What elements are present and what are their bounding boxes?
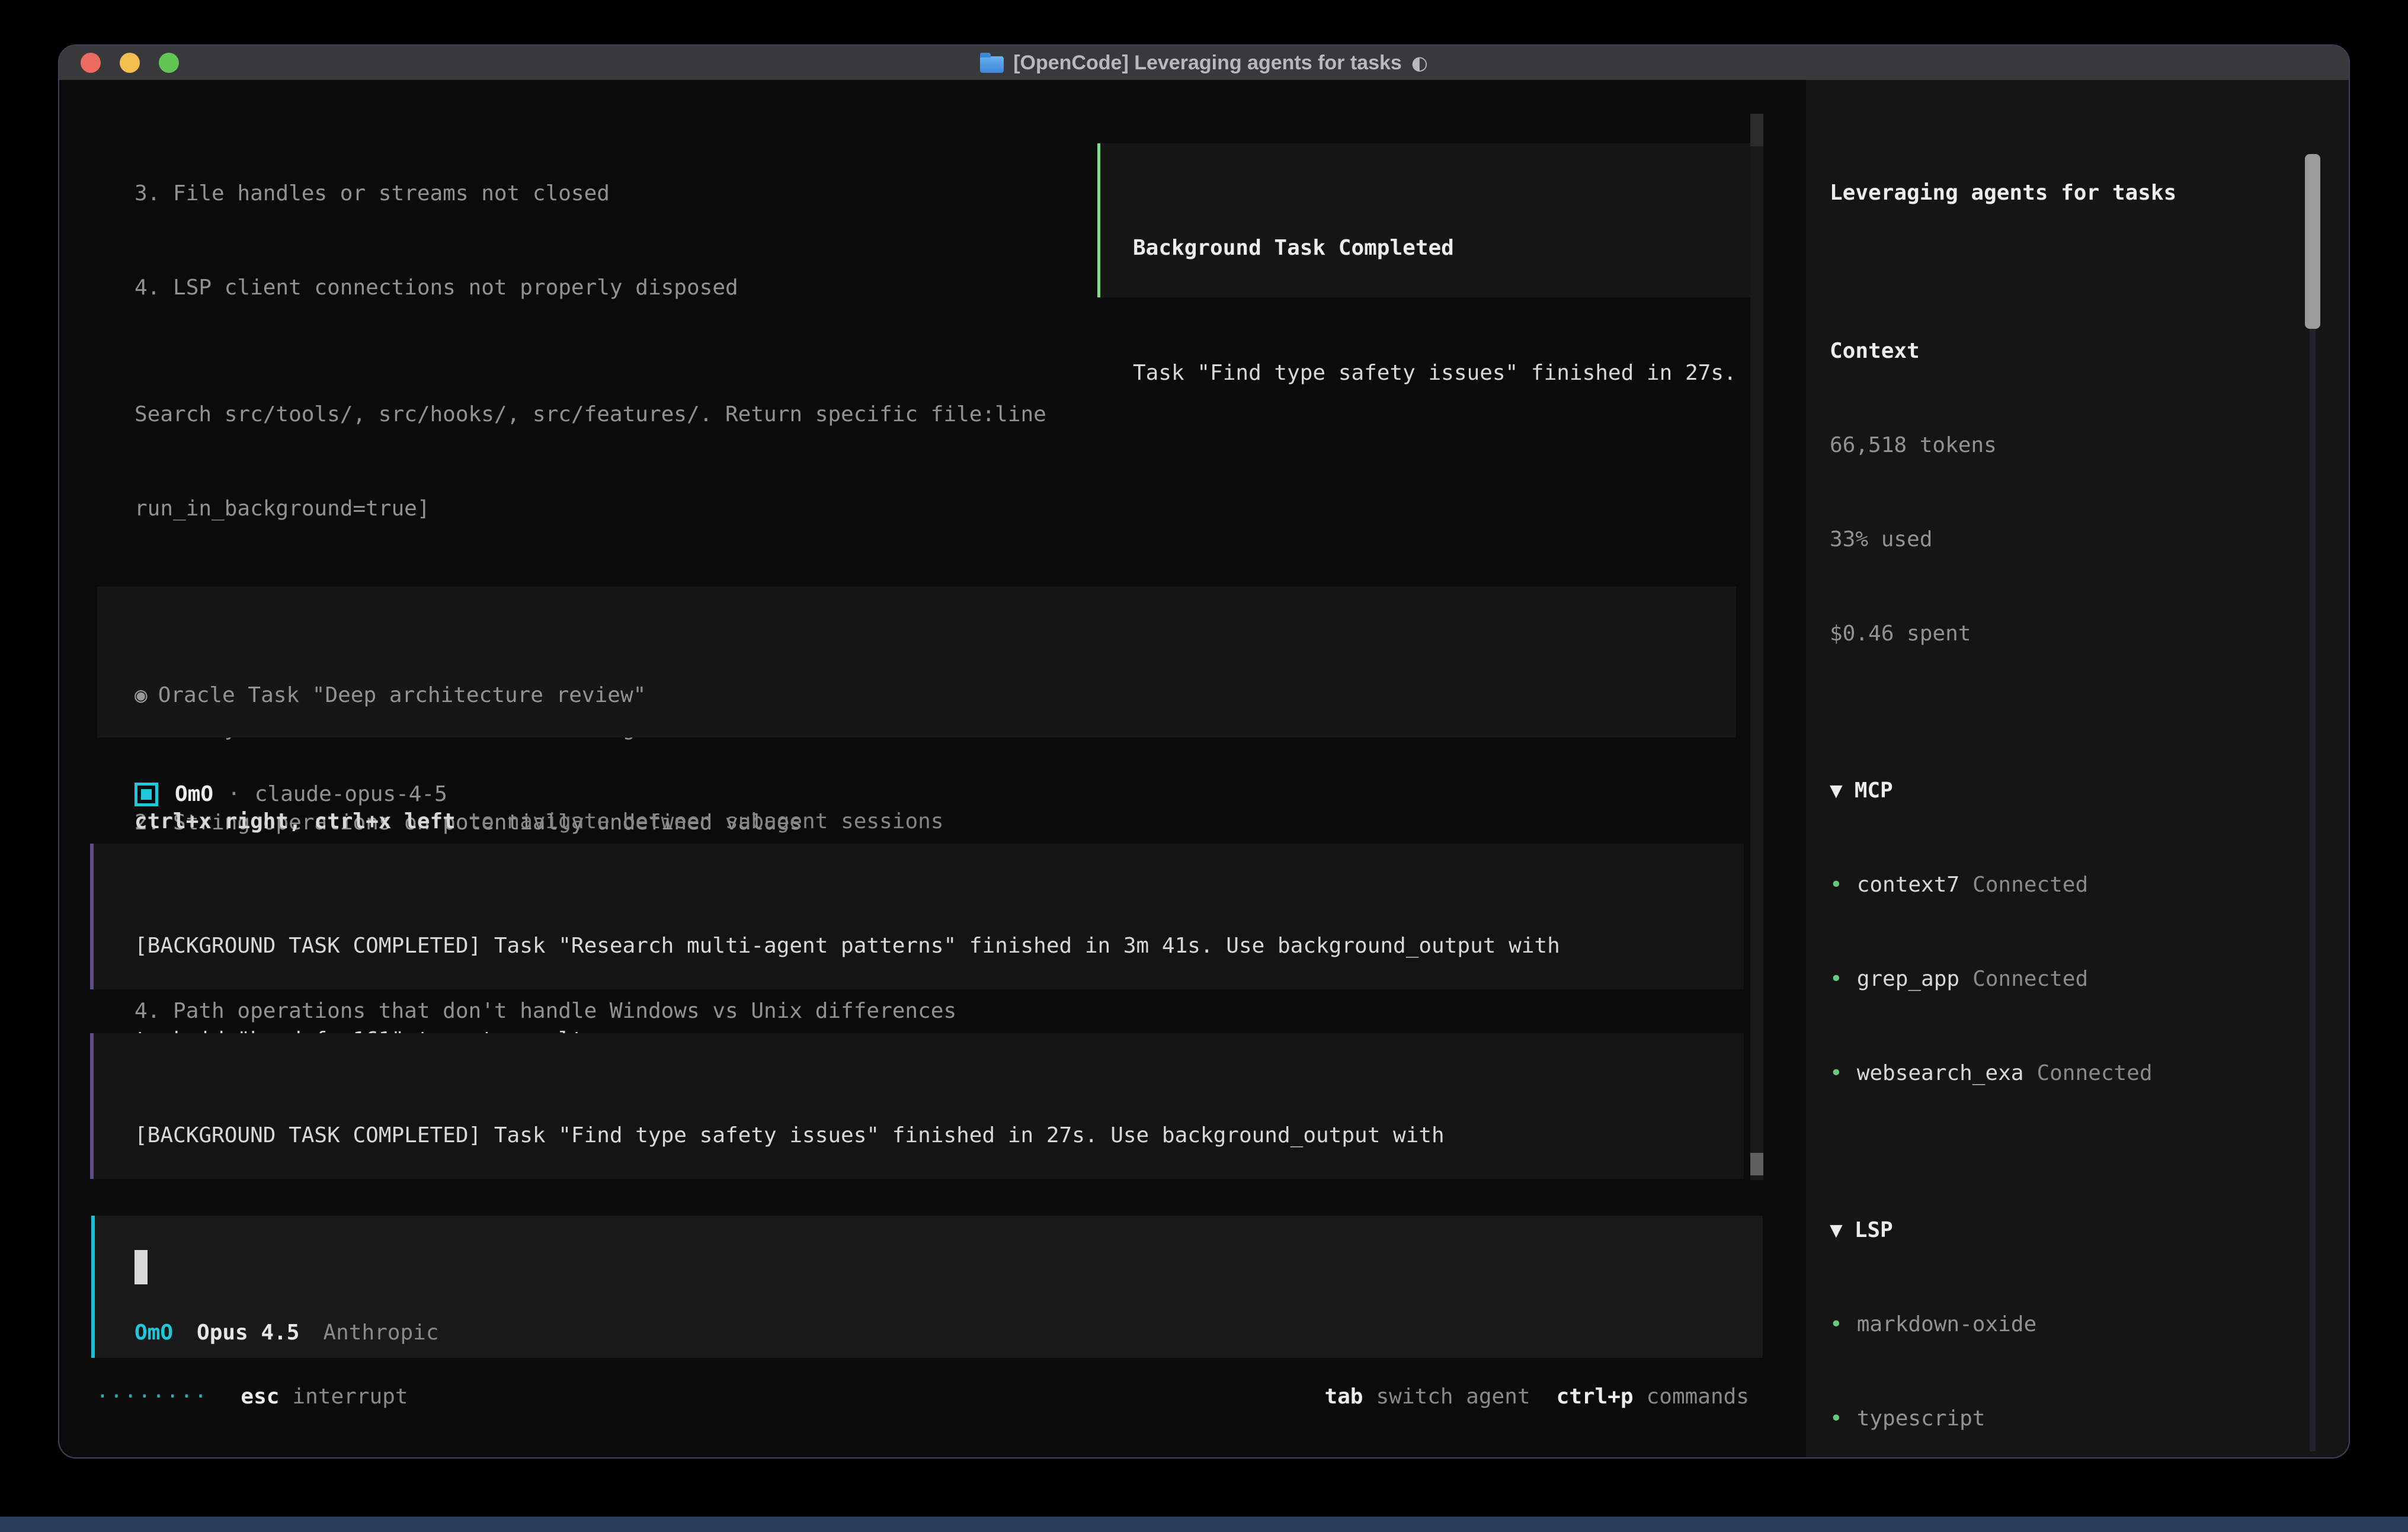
notification-title: Background Task Completed: [1133, 232, 1758, 264]
status-left: ········ esc interrupt: [96, 1381, 408, 1412]
context-tokens: 66,518 tokens: [1830, 430, 2350, 461]
bullet-icon: •: [1830, 1061, 1843, 1085]
input-model-name: Opus 4.5: [197, 1317, 299, 1348]
tab-key-label: switch agent: [1376, 1381, 1530, 1412]
input-agent-name: OmO: [135, 1317, 173, 1348]
lsp-item: • markdown-oxide: [1830, 1309, 2350, 1340]
fisheye-icon: ◉: [135, 683, 148, 707]
bullet-icon: •: [1830, 1312, 1843, 1337]
session-sidebar: Leveraging agents for tasks Context 66,5…: [1806, 80, 2350, 1459]
mcp-section-header[interactable]: ▼ MCP: [1830, 775, 2350, 806]
window-titlebar: [OpenCode] Leveraging agents for tasks ◐: [59, 46, 2349, 80]
window-title: [OpenCode] Leveraging agents for tasks: [1013, 52, 1402, 75]
oracle-task-box: ◉Oracle Task "Deep architecture review" …: [97, 586, 1736, 738]
mcp-item-status: Connected: [2036, 1061, 2152, 1085]
separator-dot: ·: [228, 778, 241, 810]
subagent-nav-hint: ctrl+x right, ctrl+x left to navigate be…: [135, 806, 1736, 837]
task-message-line: [BACKGROUND TASK COMPLETED] Task "Resear…: [135, 930, 1744, 961]
activity-dots-icon: ········: [96, 1381, 208, 1412]
agent-header: OmO · claude-opus-4-5: [135, 778, 447, 810]
mcp-item: • grep_app Connected: [1830, 963, 2350, 995]
ctrlp-key-hint: ctrl+p: [1557, 1381, 1634, 1412]
context-used: 33% used: [1830, 524, 2350, 555]
chevron-down-icon: ▼: [1830, 1218, 1843, 1242]
model-selector-row: OmO Opus 4.5 Anthropic: [135, 1317, 439, 1348]
session-title: Leveraging agents for tasks: [1830, 177, 2350, 209]
background-task-notification: Background Task Completed Task "Find typ…: [1097, 143, 1761, 297]
mcp-item-name: context7: [1857, 873, 1959, 897]
agent-model: claude-opus-4-5: [255, 778, 447, 810]
task-message-line: [BACKGROUND TASK COMPLETED] Task "Find t…: [135, 1120, 1744, 1151]
main-scrollbar[interactable]: [1750, 114, 1763, 1180]
traffic-lights: [81, 46, 179, 80]
close-button[interactable]: [81, 53, 101, 73]
main-scrollbar-thumb[interactable]: [1750, 1153, 1763, 1175]
context-spent: $0.46 spent: [1830, 618, 2350, 649]
tab-key-hint: tab: [1324, 1381, 1363, 1412]
esc-key-label: interrupt: [292, 1381, 408, 1412]
esc-key-hint: esc: [241, 1381, 279, 1412]
opencode-terminal-window: [OpenCode] Leveraging agents for tasks ◐…: [58, 44, 2350, 1459]
mcp-item: • context7 Connected: [1830, 869, 2350, 900]
mcp-heading: MCP: [1855, 778, 1893, 803]
agent-square-icon: [135, 783, 158, 806]
window-title-group: [OpenCode] Leveraging agents for tasks ◐: [980, 52, 1428, 75]
half-moon-icon: ◐: [1411, 52, 1428, 74]
context-heading: Context: [1830, 335, 2350, 367]
desktop-dock-strip: [0, 1517, 2408, 1532]
sidebar-scrollbar-track[interactable]: [2310, 154, 2316, 1451]
lsp-section-header[interactable]: ▼ LSP: [1830, 1214, 2350, 1246]
mcp-item-status: Connected: [1972, 967, 2088, 991]
bullet-icon: •: [1830, 1406, 1843, 1431]
sidebar-scrollbar-thumb[interactable]: [2305, 154, 2320, 329]
bullet-icon: •: [1830, 967, 1843, 991]
notification-body: Task "Find type safety issues" finished …: [1133, 357, 1758, 389]
lsp-item: • typescript: [1830, 1403, 2350, 1434]
bullet-icon: •: [1830, 873, 1843, 897]
status-right: tab switch agent ctrl+p commands: [1324, 1381, 1749, 1412]
text-cursor: [135, 1250, 148, 1284]
prompt-input[interactable]: OmO Opus 4.5 Anthropic: [91, 1216, 1763, 1358]
agent-name: OmO: [175, 778, 213, 810]
oracle-task-title: Oracle Task "Deep architecture review": [158, 683, 646, 707]
lsp-item-name: typescript: [1857, 1406, 1986, 1431]
oracle-task-line: ◉ Oracle Task "Deep architecture review": [135, 680, 1736, 711]
mcp-item-status: Connected: [1972, 873, 2088, 897]
folder-icon: [980, 56, 1004, 73]
task-event-block: [BACKGROUND TASK COMPLETED] Task "Resear…: [90, 844, 1744, 989]
zoom-button[interactable]: [159, 53, 179, 73]
mcp-item-name: websearch_exa: [1857, 1061, 2024, 1085]
desktop: [OpenCode] Leveraging agents for tasks ◐…: [0, 0, 2408, 1532]
task-event-block: [BACKGROUND TASK COMPLETED] Task "Find t…: [90, 1033, 1744, 1179]
input-model-provider: Anthropic: [323, 1317, 438, 1348]
hint-keys: ctrl+x right, ctrl+x left: [135, 809, 456, 834]
ctrlp-key-label: commands: [1647, 1381, 1749, 1412]
output-line: run_in_background=true]: [135, 493, 1711, 524]
hint-text: to navigate between subagent sessions: [456, 809, 944, 834]
status-bar: ········ esc interrupt tab switch agent …: [96, 1381, 1749, 1412]
chevron-down-icon: ▼: [1830, 778, 1843, 803]
main-scrollbar-top-segment: [1750, 114, 1763, 146]
mcp-item: • websearch_exa Connected: [1830, 1057, 2350, 1089]
lsp-heading: LSP: [1855, 1218, 1893, 1242]
lsp-item-name: markdown-oxide: [1857, 1312, 2036, 1337]
minimize-button[interactable]: [120, 53, 140, 73]
mcp-item-name: grep_app: [1857, 967, 1959, 991]
